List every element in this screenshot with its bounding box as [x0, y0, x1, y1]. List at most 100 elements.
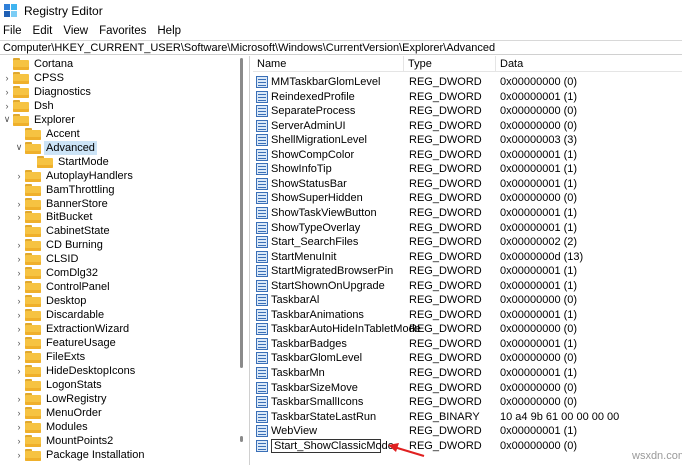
chevron-right-icon[interactable]: ›	[14, 322, 24, 336]
chevron-right-icon[interactable]: ›	[14, 448, 24, 462]
value-row[interactable]: StartShownOnUpgrade REG_DWORD 0x00000001 (…	[253, 279, 682, 294]
chevron-right-icon[interactable]: ›	[14, 294, 24, 308]
value-row[interactable]: MMTaskbarGlomLevel REG_DWORD 0x00000000 (0…	[253, 75, 682, 90]
tree-item[interactable]: › ControlPanel	[14, 280, 112, 294]
tree-item[interactable]: BamThrottling	[14, 183, 116, 197]
chevron-right-icon[interactable]: ›	[2, 99, 12, 113]
value-name-cell: MMTaskbarGlomLevel	[256, 75, 380, 89]
value-row[interactable]: ShowSuperHidden REG_DWORD 0x00000000 (0)	[253, 191, 682, 206]
chevron-right-icon[interactable]: ›	[14, 280, 24, 294]
menu-edit[interactable]: Edit	[33, 25, 53, 37]
value-row[interactable]: TaskbarStateLastRun REG_BINARY 10 a4 9b 61…	[253, 410, 682, 425]
column-header-data[interactable]: Data	[496, 56, 682, 72]
scrollbar-thumb[interactable]	[240, 58, 243, 368]
tree-item[interactable]: ∨ Advanced	[14, 140, 97, 155]
chevron-right-icon[interactable]: ›	[14, 406, 24, 420]
value-row[interactable]: TaskbarBadges REG_DWORD 0x00000001 (1)	[253, 337, 682, 352]
tree-item[interactable]: › Dsh	[2, 99, 56, 113]
chevron-right-icon[interactable]: ›	[2, 85, 12, 99]
menu-file[interactable]: File	[3, 25, 22, 37]
value-row[interactable]: TaskbarGlomLevel REG_DWORD 0x00000000 (0)	[253, 351, 682, 366]
value-row[interactable]: Start_SearchFiles REG_DWORD 0x00000002 (2)	[253, 235, 682, 250]
chevron-down-icon[interactable]: ∨	[14, 141, 24, 155]
chevron-right-icon[interactable]: ›	[14, 197, 24, 211]
tree-item[interactable]: › BitBucket	[14, 210, 94, 224]
value-row[interactable]: TaskbarAl REG_DWORD 0x00000000 (0)	[253, 293, 682, 308]
tree-item[interactable]: LogonStats	[14, 378, 104, 392]
tree-item[interactable]: › CPSS	[2, 71, 66, 85]
value-row[interactable]: ShowTaskViewButton REG_DWORD 0x00000001 (1…	[253, 206, 682, 221]
value-row[interactable]: ShowCompColor REG_DWORD 0x00000001 (1)	[253, 148, 682, 163]
address-bar[interactable]: Computer\HKEY_CURRENT_USER\Software\Micr…	[0, 40, 682, 55]
menu-help[interactable]: Help	[157, 25, 181, 37]
chevron-right-icon[interactable]: ›	[2, 71, 12, 85]
value-row[interactable]: ShowStatusBar REG_DWORD 0x00000001 (1)	[253, 177, 682, 192]
value-data: 0x00000000 (0)	[500, 76, 578, 88]
tree-item[interactable]: › Diagnostics	[2, 85, 93, 99]
tree-scrollbar[interactable]	[236, 56, 248, 465]
rename-input[interactable]: Start_ShowClassicMode	[271, 438, 394, 453]
value-row[interactable]: ServerAdminUI REG_DWORD 0x00000000 (0)	[253, 119, 682, 134]
tree-item[interactable]: › FileExts	[14, 350, 87, 364]
tree-item[interactable]: › BannerStore	[14, 197, 110, 211]
tree-item[interactable]: › MenuOrder	[14, 406, 104, 420]
chevron-right-icon[interactable]: ›	[14, 252, 24, 266]
value-row[interactable]: TaskbarMn REG_DWORD 0x00000001 (1)	[253, 366, 682, 381]
chevron-right-icon[interactable]: ›	[14, 266, 24, 280]
tree-item[interactable]: › Discardable	[14, 308, 106, 322]
tree-item[interactable]: › CD Burning	[14, 238, 105, 252]
tree-item[interactable]: ∨ Explorer	[2, 113, 77, 127]
value-row[interactable]: ReindexedProfile REG_DWORD 0x00000001 (1)	[253, 90, 682, 105]
column-header-type[interactable]: Type	[404, 56, 496, 72]
chevron-right-icon[interactable]: ›	[14, 392, 24, 406]
chevron-right-icon[interactable]: ›	[14, 364, 24, 378]
value-type: REG_DWORD	[409, 76, 482, 88]
registry-value-icon	[256, 279, 268, 292]
chevron-down-icon[interactable]: ∨	[2, 113, 12, 127]
menu-favorites[interactable]: Favorites	[99, 25, 146, 37]
value-data: 0x00000001 (1)	[500, 308, 578, 321]
tree-item[interactable]: › AutoplayHandlers	[14, 169, 135, 183]
tree-item[interactable]: Accent	[14, 127, 82, 141]
value-row[interactable]: TaskbarAutoHideInTabletMode REG_DWORD 0x00…	[253, 322, 682, 337]
chevron-right-icon[interactable]: ›	[14, 210, 24, 224]
value-row[interactable]: StartMigratedBrowserPin REG_DWORD 0x000000…	[253, 264, 682, 279]
tree-item[interactable]: › Package Installation	[14, 448, 146, 462]
value-row[interactable]: SeparateProcess REG_DWORD 0x00000000 (0)	[253, 104, 682, 119]
value-type: REG_DWORD	[409, 352, 482, 365]
value-row[interactable]: TaskbarSmallIcons REG_DWORD 0x00000000 (0)	[253, 395, 682, 410]
chevron-right-icon[interactable]: ›	[14, 169, 24, 183]
tree-item[interactable]: › CLSID	[14, 252, 80, 266]
value-row[interactable]: ShellMigrationLevel REG_DWORD 0x00000003 (…	[253, 133, 682, 148]
value-row[interactable]: WebView REG_DWORD 0x00000001 (1)	[253, 424, 682, 439]
tree-item[interactable]: › Modules	[14, 420, 90, 434]
value-row[interactable]: ShowInfoTip REG_DWORD 0x00000001 (1)	[253, 162, 682, 177]
tree-item[interactable]: › ComDlg32	[14, 266, 100, 280]
chevron-right-icon[interactable]: ›	[14, 420, 24, 434]
tree-item[interactable]: CabinetState	[14, 224, 112, 238]
column-header-name[interactable]: Name	[253, 56, 404, 72]
menu-view[interactable]: View	[63, 25, 88, 37]
chevron-right-icon[interactable]: ›	[14, 238, 24, 252]
value-row[interactable]: StartMenuInit REG_DWORD 0x0000000d (13)	[253, 250, 682, 265]
value-name-cell: StartShownOnUpgrade	[256, 279, 385, 293]
tree-item[interactable]: › MountPoints2	[14, 434, 115, 448]
value-name: ShowSuperHidden	[271, 192, 363, 205]
chevron-right-icon[interactable]: ›	[14, 336, 24, 350]
chevron-right-icon[interactable]: ›	[14, 350, 24, 364]
chevron-right-icon[interactable]: ›	[14, 308, 24, 322]
value-row[interactable]: TaskbarSizeMove REG_DWORD 0x00000000 (0)	[253, 381, 682, 396]
chevron-right-icon[interactable]: ›	[14, 434, 24, 448]
value-row[interactable]: TaskbarAnimations REG_DWORD 0x00000001 (1)	[253, 308, 682, 323]
tree-item[interactable]: Cortana	[2, 57, 75, 71]
tree-item[interactable]: › HideDesktopIcons	[14, 364, 137, 378]
value-row[interactable]: Start_ShowClassicMode REG_DWORD 0x00000000…	[253, 438, 682, 454]
tree-item[interactable]: › FeatureUsage	[14, 336, 118, 350]
value-row[interactable]: ShowTypeOverlay REG_DWORD 0x00000001 (1)	[253, 221, 682, 236]
value-name-cell: ReindexedProfile	[256, 90, 355, 104]
tree-item[interactable]: › LowRegistry	[14, 392, 109, 406]
tree-item[interactable]: › Desktop	[14, 294, 88, 308]
tree-item[interactable]: StartMode	[26, 155, 111, 169]
tree-item[interactable]: › ExtractionWizard	[14, 322, 131, 336]
